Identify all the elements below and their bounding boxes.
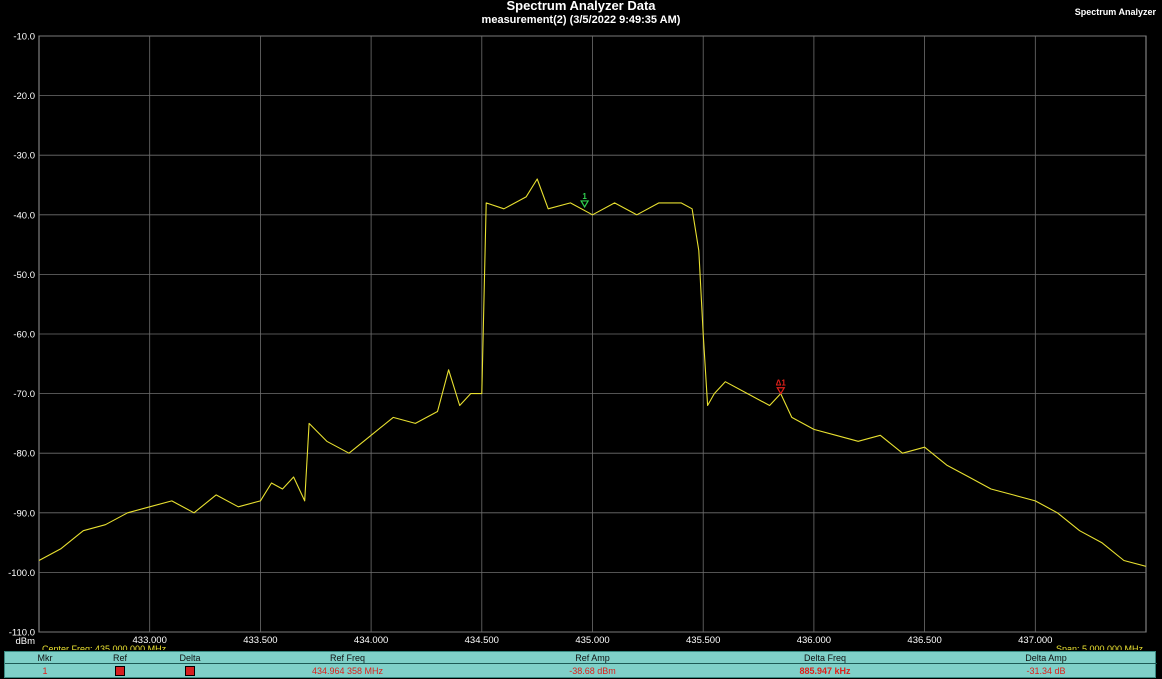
x-tick-label: 434.500 bbox=[465, 635, 499, 646]
marker-2-symbol bbox=[776, 387, 786, 395]
y-axis-unit: dBm bbox=[15, 636, 35, 647]
y-tick-label: -40.0 bbox=[13, 210, 35, 221]
y-tick-label: -80.0 bbox=[13, 449, 35, 460]
y-tick-label: -10.0 bbox=[13, 32, 35, 43]
y-tick-label: -60.0 bbox=[13, 330, 35, 341]
marker-table-header: Mkr Ref Delta Ref Freq Ref Amp Delta Fre… bbox=[5, 652, 1157, 664]
x-tick-label: 436.500 bbox=[907, 635, 941, 646]
ref-freq-value: 434.964 358 MHz bbox=[311, 665, 384, 676]
marker-1-label: 1 bbox=[582, 192, 587, 201]
delta-freq-value: 885.947 kHz bbox=[799, 665, 851, 676]
center-freq-label: Center Freq: 435.000 000 MHz bbox=[42, 644, 167, 650]
col-mkr: Mkr bbox=[5, 652, 85, 664]
x-tick-label: 434.000 bbox=[354, 635, 388, 646]
spectrum-plot: -10.0 -20.0 -30.0 -40.0 -50.0 -60.0 -70.0 -80.0… bbox=[8, 32, 1147, 650]
marker-1-symbol bbox=[580, 200, 590, 209]
table-row[interactable]: 1 434.964 358 MHz -38.68 dBm 885.947 kHz… bbox=[5, 664, 1157, 678]
marker-2-label: Δ1 bbox=[776, 379, 787, 388]
span-label: Span: 5.000 000 MHz bbox=[1056, 644, 1144, 650]
x-tick-label: 435.500 bbox=[686, 635, 720, 646]
col-ref: Ref bbox=[85, 652, 155, 664]
y-tick-label: -70.0 bbox=[13, 389, 35, 400]
marker-number: 1 bbox=[42, 665, 48, 676]
x-tick-label: 433.500 bbox=[243, 635, 277, 646]
y-tick-label: -50.0 bbox=[13, 270, 35, 281]
x-tick-label: 436.000 bbox=[797, 635, 831, 646]
delta-amp-value: -31.34 dB bbox=[1026, 665, 1066, 676]
y-tick-label: -90.0 bbox=[13, 508, 35, 519]
x-tick-label: 437.000 bbox=[1018, 635, 1052, 646]
x-tick-label: 435.000 bbox=[575, 635, 609, 646]
marker-table: Mkr Ref Delta Ref Freq Ref Amp Delta Fre… bbox=[4, 651, 1157, 678]
col-ref-amp: Ref Amp bbox=[470, 652, 715, 664]
col-delta-amp: Delta Amp bbox=[935, 652, 1157, 664]
col-delta-freq: Delta Freq bbox=[715, 652, 935, 664]
delta-color-swatch[interactable] bbox=[185, 665, 195, 676]
ref-color-swatch[interactable] bbox=[115, 665, 125, 676]
y-tick-label: -100.0 bbox=[8, 568, 35, 579]
col-ref-freq: Ref Freq bbox=[225, 652, 470, 664]
ref-amp-value: -38.68 dBm bbox=[569, 665, 616, 676]
y-tick-label: -20.0 bbox=[13, 91, 35, 102]
y-tick-label: -30.0 bbox=[13, 151, 35, 162]
col-delta: Delta bbox=[155, 652, 225, 664]
